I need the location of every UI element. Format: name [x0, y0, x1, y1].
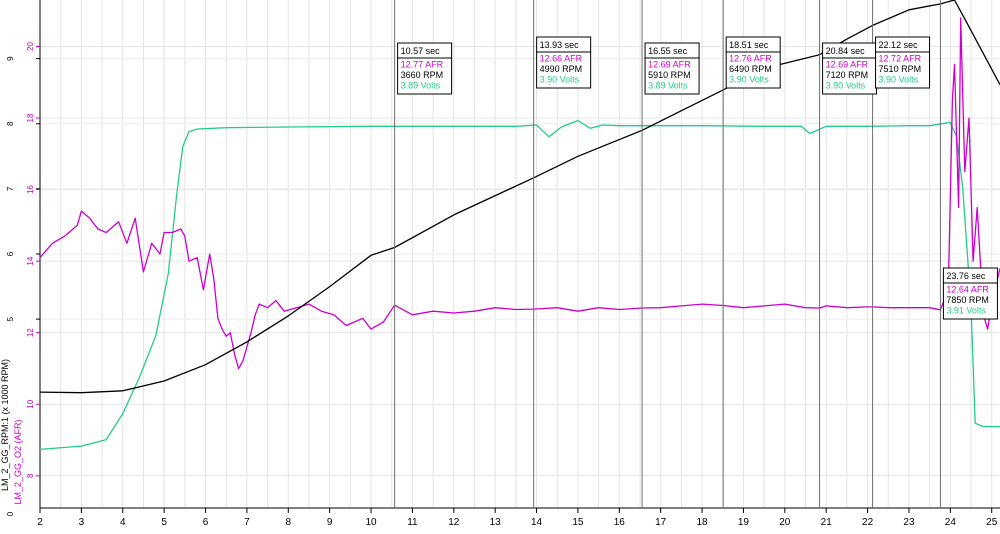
x-tick-label: 19 — [738, 517, 750, 528]
x-tick-label: 9 — [327, 517, 333, 528]
rpm-axis-label: LM_2_GG_RPM:1 (x 1000 RPM) — [0, 359, 10, 491]
readout-afr: 12.64 AFR — [946, 285, 989, 295]
readout-afr: 12.77 AFR — [401, 60, 444, 70]
cursor-readout-box: 20.84 sec 12.69 AFR7120 RPM3.90 Volts — [822, 42, 878, 95]
datalog-chart: 2 3 4 5 6 7 8 9 10 11 12 13 14 15 16 17 18 19 20 21 22 23 24 25… — [0, 0, 1000, 534]
x-tick-label: 15 — [572, 517, 584, 528]
readout-volts: 3.91 Volts — [946, 306, 986, 316]
readout-volts: 3.90 Volts — [879, 75, 919, 85]
readout-afr: 12.66 AFR — [540, 54, 583, 64]
readout-time: 10.57 sec — [401, 46, 441, 56]
rpm-tick-label: 9 — [6, 56, 15, 61]
readout-afr: 12.72 AFR — [879, 54, 922, 64]
x-tick-label: 18 — [697, 517, 709, 528]
rpm-tick-label: 5 — [6, 316, 15, 321]
x-tick-label: 24 — [945, 517, 957, 528]
readout-volts: 3.89 Volts — [648, 81, 688, 91]
afr-tick-label: 12 — [26, 328, 35, 337]
readout-volts: 3.90 Volts — [729, 75, 769, 85]
x-tick-label: 21 — [821, 517, 833, 528]
x-tick-label: 13 — [490, 517, 502, 528]
readout-rpm: 7120 RPM — [826, 70, 869, 80]
x-tick-label: 3 — [79, 517, 85, 528]
axis-zero-label: 0 — [6, 511, 15, 516]
afr-tick-label: 10 — [26, 399, 35, 408]
x-tick-label: 25 — [986, 517, 998, 528]
x-tick-label: 14 — [531, 517, 543, 528]
x-tick-label: 16 — [614, 517, 626, 528]
rpm-tick-label: 8 — [6, 121, 15, 126]
readout-volts: 3.90 Volts — [540, 75, 580, 85]
afr-tick-label: 16 — [26, 185, 35, 194]
readout-afr: 12.69 AFR — [826, 60, 869, 70]
afr-tick-label: 20 — [26, 42, 35, 51]
readout-rpm: 7510 RPM — [879, 64, 922, 74]
readout-time: 18.51 sec — [729, 40, 769, 50]
x-tick-label: 22 — [862, 517, 874, 528]
readout-volts: 3.90 Volts — [826, 81, 866, 91]
readout-rpm: 7850 RPM — [946, 295, 989, 305]
x-tick-label: 4 — [120, 517, 126, 528]
readout-rpm: 3660 RPM — [401, 70, 444, 80]
readout-rpm: 5910 RPM — [648, 70, 691, 80]
x-tick-label: 23 — [903, 517, 915, 528]
readout-afr: 12.69 AFR — [648, 60, 691, 70]
readout-volts: 3.89 Volts — [401, 81, 441, 91]
x-tick-label: 8 — [285, 517, 291, 528]
readout-rpm: 6490 RPM — [729, 64, 772, 74]
cursor-readout-box: 10.57 sec 12.77 AFR3660 RPM3.89 Volts — [397, 42, 453, 95]
readout-afr: 12.76 AFR — [729, 54, 772, 64]
cursor-readout-box: 23.76 sec 12.64 AFR7850 RPM3.91 Volts — [942, 267, 998, 320]
x-tick-label: 11 — [407, 517, 418, 528]
afr-tick-label: 14 — [26, 256, 35, 265]
readout-time: 13.93 sec — [540, 40, 580, 50]
x-tick-label: 6 — [203, 517, 209, 528]
rpm-tick-label: 6 — [6, 251, 15, 256]
x-tick-label: 20 — [779, 517, 791, 528]
cursor-readout-box: 16.55 sec 12.69 AFR5910 RPM3.89 Volts — [644, 42, 700, 95]
readout-time: 23.76 sec — [946, 271, 986, 281]
x-tick-label: 10 — [365, 517, 377, 528]
afr-axis-label: LM_2_GG_O2 (AFR) — [13, 419, 23, 504]
afr-tick-label: 8 — [26, 473, 35, 478]
cursor-readout-box: 18.51 sec 12.76 AFR6490 RPM3.90 Volts — [725, 36, 781, 89]
readout-rpm: 4990 RPM — [540, 64, 583, 74]
x-tick-label: 5 — [161, 517, 167, 528]
readout-time: 16.55 sec — [648, 46, 688, 56]
rpm-tick-label: 7 — [6, 186, 15, 191]
readout-time: 20.84 sec — [826, 46, 866, 56]
cursor-readout-box: 22.12 sec 12.72 AFR7510 RPM3.90 Volts — [875, 36, 931, 89]
afr-tick-label: 18 — [26, 113, 35, 122]
x-tick-label: 17 — [655, 517, 667, 528]
x-tick-label: 7 — [244, 517, 250, 528]
readout-time: 22.12 sec — [879, 40, 919, 50]
x-tick-label: 12 — [448, 517, 460, 528]
x-tick-label: 2 — [37, 517, 43, 528]
cursor-readout-box: 13.93 sec 12.66 AFR4990 RPM3.90 Volts — [536, 36, 592, 89]
